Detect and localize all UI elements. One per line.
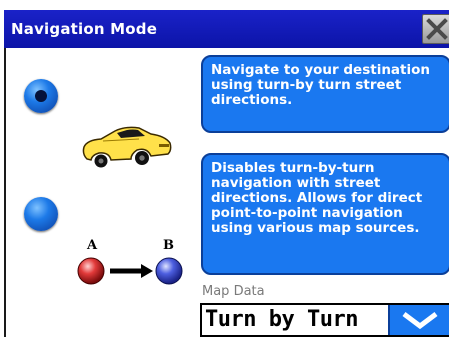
map-data-dropdown-button[interactable]	[388, 305, 449, 335]
point-to-point-icon: A B	[77, 238, 183, 285]
point-a-marker	[77, 257, 105, 285]
radio-point-to-point[interactable]	[24, 197, 58, 231]
turn-by-turn-description-text: Navigate to your destination using turn-…	[211, 62, 431, 108]
point-b-label: B	[163, 238, 174, 253]
close-icon	[426, 18, 448, 40]
close-button[interactable]	[422, 14, 449, 44]
map-data-select[interactable]: Turn by Turn	[200, 303, 449, 337]
point-to-point-description-text: Disables turn-by-turn navigation with st…	[211, 160, 423, 236]
chevron-down-icon	[402, 312, 438, 330]
map-data-label: Map Data	[202, 284, 265, 299]
dialog-body: Navigate to your destination using turn-…	[6, 48, 449, 337]
point-b-marker	[155, 257, 183, 285]
window-top-border	[0, 0, 449, 10]
title-bar: Navigation Mode	[4, 10, 449, 49]
radio-turn-by-turn[interactable]	[24, 79, 58, 113]
point-a-label: A	[86, 238, 98, 253]
car-icon	[82, 126, 172, 168]
window-title: Navigation Mode	[11, 20, 158, 38]
point-to-point-description[interactable]: Disables turn-by-turn navigation with st…	[201, 153, 449, 275]
turn-by-turn-description[interactable]: Navigate to your destination using turn-…	[201, 55, 449, 133]
map-data-value: Turn by Turn	[205, 307, 358, 332]
